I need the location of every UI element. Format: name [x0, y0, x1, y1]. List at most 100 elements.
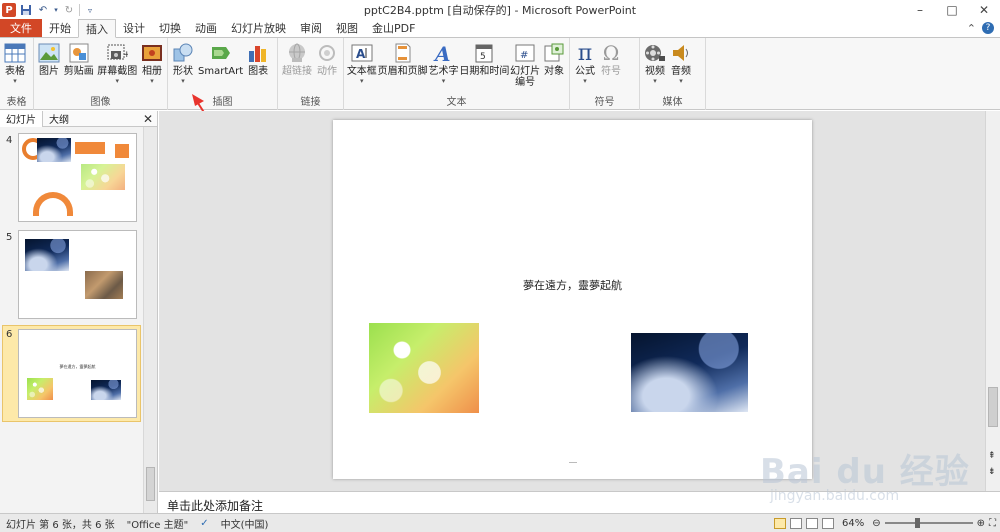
tab-home[interactable]: 开始	[42, 19, 78, 37]
table-button[interactable]: 表格 ▾	[2, 40, 28, 85]
hyperlink-button[interactable]: 超链接	[280, 40, 314, 77]
audio-button[interactable]: 音频 ▾	[668, 40, 694, 85]
maximize-button[interactable]: □	[936, 0, 968, 20]
theme-name[interactable]: "Office 主题"	[121, 516, 195, 531]
slideshow-view-icon[interactable]	[821, 517, 834, 529]
slide-thumbnail-5[interactable]	[18, 230, 137, 319]
shapes-icon	[172, 42, 194, 64]
tab-slideshow[interactable]: 幻灯片放映	[224, 19, 293, 37]
symbol-icon: Ω	[602, 41, 620, 65]
space-image	[25, 239, 69, 271]
dropdown-arrow-icon: ▾	[13, 77, 17, 85]
slide-thumbnail-6[interactable]: 夢在遠方，靈夢起航	[18, 329, 137, 418]
svg-text:#: #	[520, 50, 528, 61]
hyperlink-icon	[286, 42, 308, 64]
close-panel-icon[interactable]: ✕	[143, 112, 157, 126]
video-button[interactable]: 视频 ▾	[642, 40, 668, 85]
group-label-tables: 表格	[6, 97, 27, 108]
reading-view-icon[interactable]	[805, 517, 818, 529]
zoom-slider[interactable]	[884, 518, 973, 528]
powerpoint-app-icon[interactable]: P	[2, 3, 16, 17]
customize-qat-icon[interactable]: ▿	[83, 3, 97, 17]
slide-title-text[interactable]: 夢在遠方，靈夢起航	[333, 277, 812, 293]
slide-sorter-view-icon[interactable]	[789, 517, 802, 529]
wordart-button[interactable]: A 艺术字 ▾	[428, 40, 460, 85]
current-slide[interactable]: 夢在遠方，靈夢起航	[333, 120, 812, 479]
equation-button[interactable]: π 公式 ▾	[572, 40, 598, 86]
clipart-button[interactable]: 剪贴画	[62, 40, 96, 77]
undo-icon[interactable]: ↶	[36, 3, 50, 17]
zoom-out-icon[interactable]: ⊖	[872, 518, 880, 529]
slide-number: 4	[6, 135, 13, 146]
scrollbar-thumb[interactable]	[988, 387, 998, 427]
smartart-button[interactable]: SmartArt	[196, 40, 245, 77]
bokeh-image	[27, 378, 53, 400]
action-icon	[316, 42, 338, 64]
next-slide-icon[interactable]: ⇟	[988, 467, 996, 478]
minimize-button[interactable]: –	[904, 0, 936, 20]
chart-button[interactable]: 图表	[245, 40, 271, 77]
tab-kingsoft-pdf[interactable]: 金山PDF	[365, 19, 422, 37]
quick-access-toolbar: P ↶ ▾ ↻ ▿	[0, 0, 97, 20]
tab-outline[interactable]: 大纲	[43, 111, 75, 127]
notes-placeholder[interactable]: 单击此处添加备注	[167, 497, 263, 514]
group-label-images: 图像	[90, 97, 111, 108]
zoom-level[interactable]: 64%	[838, 518, 868, 529]
group-links: 超链接 动作 链接	[278, 38, 344, 110]
video-icon	[644, 42, 666, 64]
action-button[interactable]: 动作	[314, 40, 340, 77]
smartart-label: SmartArt	[198, 66, 244, 77]
fit-to-window-icon[interactable]: ⛶	[989, 518, 996, 529]
equation-icon: π	[577, 40, 593, 66]
vertical-scrollbar[interactable]: ⇞ ⇟	[985, 111, 1000, 491]
language[interactable]: 中文(中国)	[215, 516, 275, 531]
tab-view[interactable]: 视图	[329, 19, 365, 37]
arrow-shape-icon	[75, 142, 105, 154]
status-bar-right: 64% ⊖ ⊕ ⛶	[773, 517, 1000, 529]
bokeh-image[interactable]	[369, 323, 479, 413]
help-icon[interactable]: ?	[982, 22, 994, 34]
tab-insert[interactable]: 插入	[78, 19, 116, 38]
tab-review[interactable]: 审阅	[293, 19, 329, 37]
dropdown-arrow-icon: ▾	[679, 77, 683, 85]
tab-animations[interactable]: 动画	[188, 19, 224, 37]
tabs-right-tools: ⌃ ?	[967, 19, 1000, 37]
slide-info: 幻灯片 第 6 张，共 6 张	[6, 519, 115, 531]
space-image[interactable]	[631, 333, 748, 412]
textbox-label: 文本框	[346, 66, 377, 77]
slide-number-button[interactable]: # 幻灯片 编号	[509, 40, 541, 88]
tab-design[interactable]: 设计	[116, 19, 152, 37]
dropdown-arrow-icon: ▾	[181, 77, 185, 85]
header-footer-button[interactable]: 页眉和页脚	[378, 40, 428, 77]
slides-panel-scrollbar[interactable]	[143, 127, 157, 513]
slide-number: 6	[6, 329, 13, 340]
album-label: 相册	[142, 66, 162, 77]
normal-view-icon[interactable]	[773, 517, 786, 529]
picture-icon	[38, 42, 60, 64]
screenshot-button[interactable]: + 屏幕截图 ▾	[96, 40, 139, 85]
object-button[interactable]: 对象	[541, 40, 567, 77]
zoom-in-icon[interactable]: ⊕	[977, 518, 985, 529]
symbol-button[interactable]: Ω 符号	[598, 40, 624, 77]
picture-button[interactable]: 图片	[36, 40, 62, 77]
spellcheck-icon[interactable]: ✓	[194, 518, 214, 529]
prev-slide-icon[interactable]: ⇞	[988, 451, 996, 462]
shapes-button[interactable]: 形状 ▾	[170, 40, 196, 85]
video-label: 视频	[645, 66, 665, 77]
dropdown-arrow-icon: ▾	[115, 77, 120, 85]
slide-thumbnail-4[interactable]	[18, 133, 137, 222]
album-button[interactable]: 相册 ▾	[139, 40, 165, 85]
tab-transitions[interactable]: 切换	[152, 19, 188, 37]
datetime-button[interactable]: 5 日期和时间	[459, 40, 509, 77]
tab-slides[interactable]: 幻灯片	[0, 110, 43, 127]
minimize-ribbon-icon[interactable]: ⌃	[967, 22, 976, 35]
tab-file[interactable]: 文件	[0, 19, 42, 37]
scrollbar-thumb[interactable]	[146, 467, 155, 501]
close-button[interactable]: ✕	[968, 0, 1000, 20]
datetime-label: 日期和时间	[459, 66, 510, 77]
zoom-slider-knob[interactable]	[914, 518, 920, 528]
undo-dropdown-icon[interactable]: ▾	[53, 3, 59, 17]
save-icon[interactable]	[19, 3, 33, 17]
textbox-button[interactable]: A 文本框 ▾	[346, 40, 378, 85]
redo-icon[interactable]: ↻	[62, 3, 76, 17]
